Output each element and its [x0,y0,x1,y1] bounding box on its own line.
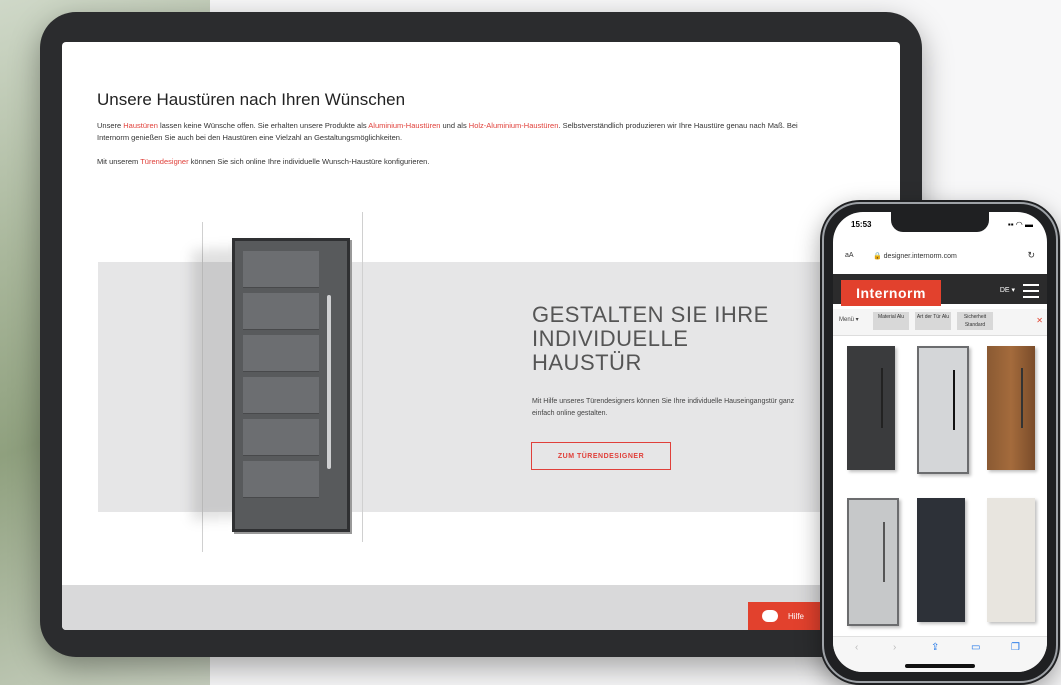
door-panel [243,461,319,498]
text-size-button[interactable]: aA [845,252,854,259]
bookmarks-icon[interactable]: ▭ [971,642,980,653]
door-thumbnail[interactable] [987,346,1035,470]
tablet-screen: Unsere Haustüren nach Ihren Wünschen Uns… [62,42,900,630]
hero-text: Mit Hilfe unseres Türendesigners können … [532,398,795,417]
door-panel [243,335,319,372]
language-selector[interactable]: DE ▾ [1000,286,1015,294]
text: und als [440,121,469,130]
door-thumbnail[interactable] [987,498,1035,622]
tabs-icon[interactable]: ❐ [1011,642,1020,653]
door-panel [243,251,319,288]
phone-notch [891,212,989,232]
link-aluminium-haustueren[interactable]: Aluminium-Haustüren [368,121,440,130]
link-holz-aluminium-haustueren[interactable]: Holz-Aluminium-Haustüren [469,121,559,130]
text: Unsere [97,121,124,130]
door-thumbnail[interactable] [847,498,899,626]
chat-label: Hilfe [788,611,805,621]
door-handle [327,295,331,469]
door-handle [881,368,883,428]
chat-icon [762,610,778,622]
back-icon[interactable]: ‹ [855,642,858,653]
door-handle [953,370,955,430]
url-bar[interactable]: 🔒 designer.internorm.com [873,252,957,260]
share-icon[interactable]: ⇪ [931,642,939,653]
tablet-device: Unsere Haustüren nach Ihren Wünschen Uns… [40,12,922,657]
hero-heading: GESTALTEN SIE IHRE INDIVIDUELLE HAUSTÜR [532,302,769,375]
text: können Sie sich online Ihre individuelle… [188,157,430,166]
forward-icon[interactable]: › [893,642,896,653]
status-icons: ▪▪ ◠ ▬ [1007,220,1033,229]
frame-line [362,212,363,542]
phone-device: 15:53 ▪▪ ◠ ▬ aA 🔒 designer.internorm.com… [820,200,1060,685]
hamburger-menu-icon[interactable] [1023,284,1039,298]
menu-dropdown[interactable]: Menü ▾ [839,316,859,323]
link-tuerendesigner[interactable]: Türendesigner [140,157,188,166]
door-image [232,238,350,532]
designer-paragraph: Mit unserem Türendesigner können Sie sic… [97,156,817,168]
text: lassen keine Wünsche offen. Sie erhalten… [157,121,369,130]
close-icon[interactable]: ✕ [1036,316,1043,325]
phone-screen: 15:53 ▪▪ ◠ ▬ aA 🔒 designer.internorm.com… [833,212,1047,672]
link-haustueren[interactable]: Haustüren [123,121,158,130]
door-panel [243,293,319,330]
reload-icon[interactable]: ↻ [1027,250,1035,261]
filter-security[interactable]: Sicherheit Standard [957,312,993,330]
door-thumbnail[interactable] [847,346,895,470]
text: Mit unserem [97,157,141,166]
door-panel [243,419,319,456]
door-handle [883,522,885,582]
designer-button[interactable]: ZUM TÜRENDESIGNER [531,442,671,470]
internorm-logo[interactable]: Internorm [841,280,941,306]
door-thumbnail[interactable] [917,346,969,474]
filter-door-type[interactable]: Art der Tür Alu [915,312,951,330]
home-indicator [905,664,975,668]
intro-paragraph: Unsere Haustüren lassen keine Wünsche of… [97,120,817,144]
door-handle [1021,368,1023,428]
status-time: 15:53 [851,220,872,229]
door-panel [243,377,319,414]
filter-material[interactable]: Material Alu [873,312,909,330]
door-thumbnail[interactable] [917,498,965,622]
page-title: Unsere Haustüren nach Ihren Wünschen [97,90,406,109]
